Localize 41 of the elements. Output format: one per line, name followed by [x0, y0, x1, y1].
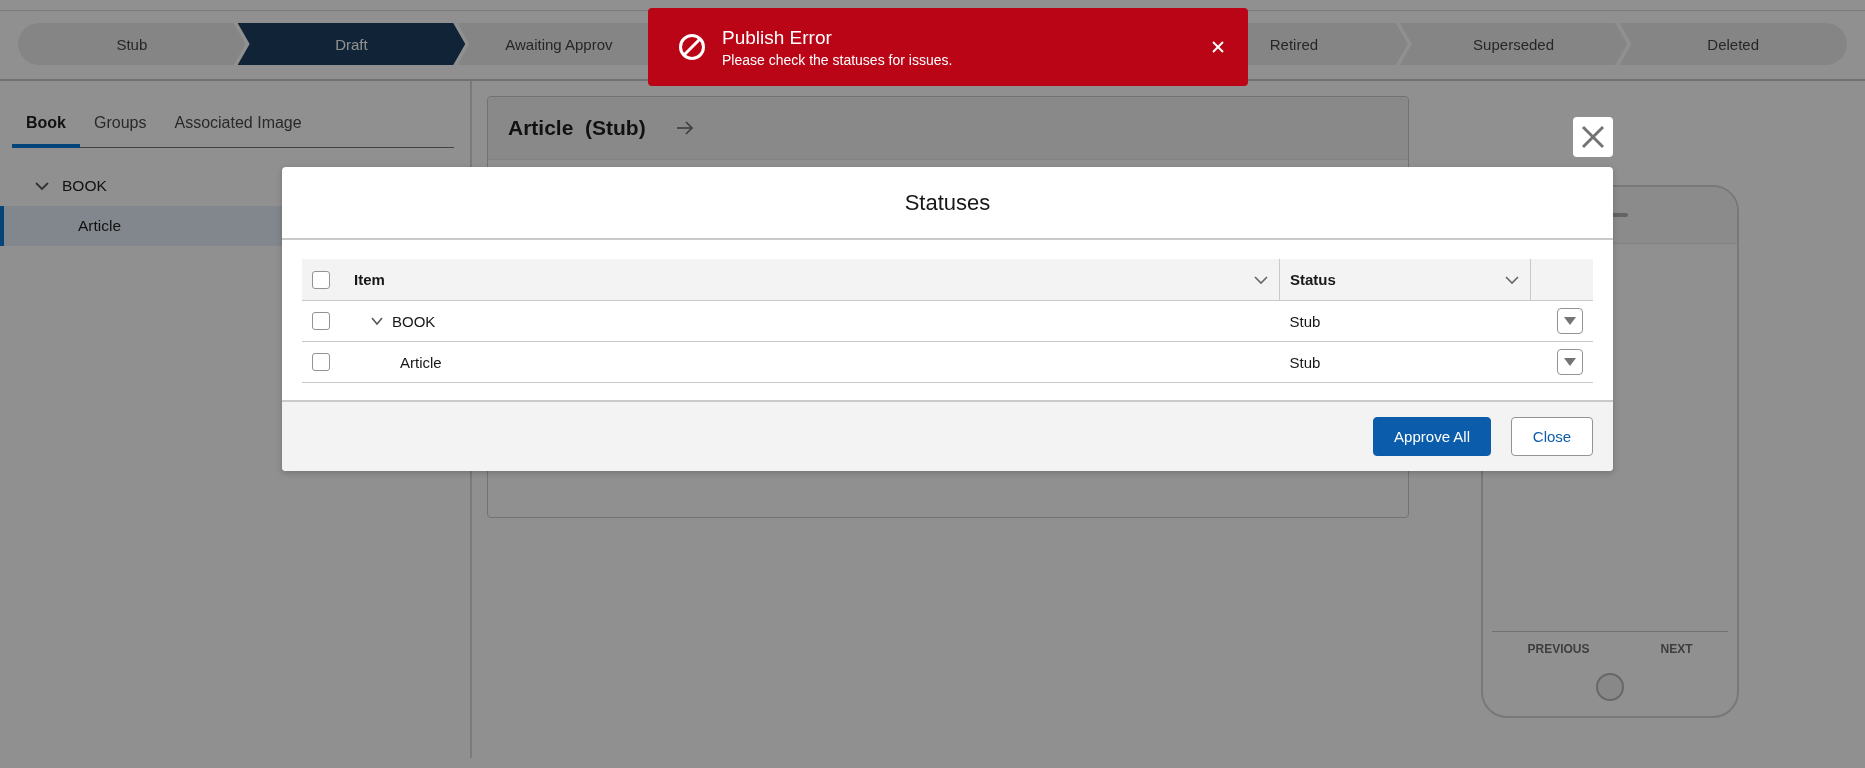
tab[interactable]: Book: [12, 101, 80, 148]
checkbox[interactable]: [312, 270, 330, 289]
record-title: Article (Stub): [508, 116, 646, 140]
toast-message: Please check the statuses for issues.: [722, 51, 954, 68]
column-label: Item: [354, 271, 385, 288]
tab[interactable]: Associated Image: [160, 101, 316, 148]
tree-label: Article: [78, 217, 122, 235]
column-label: Status: [1290, 271, 1336, 288]
row-menu-button[interactable]: [1557, 308, 1583, 334]
item-name: BOOK: [392, 312, 436, 330]
close-icon: [1581, 125, 1605, 149]
status-cell: Stub: [1279, 341, 1531, 383]
next-link[interactable]: NEXT: [1660, 642, 1693, 656]
path-stage[interactable]: Stub: [18, 23, 246, 65]
checkbox[interactable]: [312, 353, 330, 371]
toast-title: Publish Error: [722, 26, 833, 49]
caret-down-icon: [1564, 358, 1576, 366]
arrow-right-icon: [675, 121, 694, 135]
chevron-down-icon: [1504, 274, 1520, 285]
tree-item[interactable]: BOOK: [0, 166, 470, 206]
status-cell: Stub: [1279, 300, 1531, 342]
path-stage[interactable]: Draft: [237, 23, 466, 65]
approve-button[interactable]: Approve All: [1373, 417, 1491, 456]
column-header[interactable]: Item: [344, 259, 1280, 301]
close-button[interactable]: [1573, 117, 1613, 157]
home-button-icon: [1595, 672, 1625, 702]
modal-title: Statuses: [904, 189, 991, 216]
path-stage[interactable]: Deleted: [1619, 23, 1847, 65]
close-button[interactable]: Close: [1511, 417, 1593, 456]
close-icon: [1212, 41, 1224, 53]
tab[interactable]: Groups: [80, 101, 161, 148]
path-stage[interactable]: Superseded: [1399, 23, 1628, 65]
tree-label: BOOK: [62, 177, 107, 195]
previous-link[interactable]: PREVIOUS: [1527, 642, 1590, 656]
column-header[interactable]: Status: [1279, 259, 1531, 301]
item-name: Article: [400, 353, 442, 371]
caret-down-icon: [1564, 317, 1576, 325]
chevron-down-icon: [1253, 274, 1269, 285]
row-menu-button[interactable]: [1557, 349, 1583, 375]
checkbox[interactable]: [312, 312, 330, 330]
ban-icon: [678, 33, 706, 61]
